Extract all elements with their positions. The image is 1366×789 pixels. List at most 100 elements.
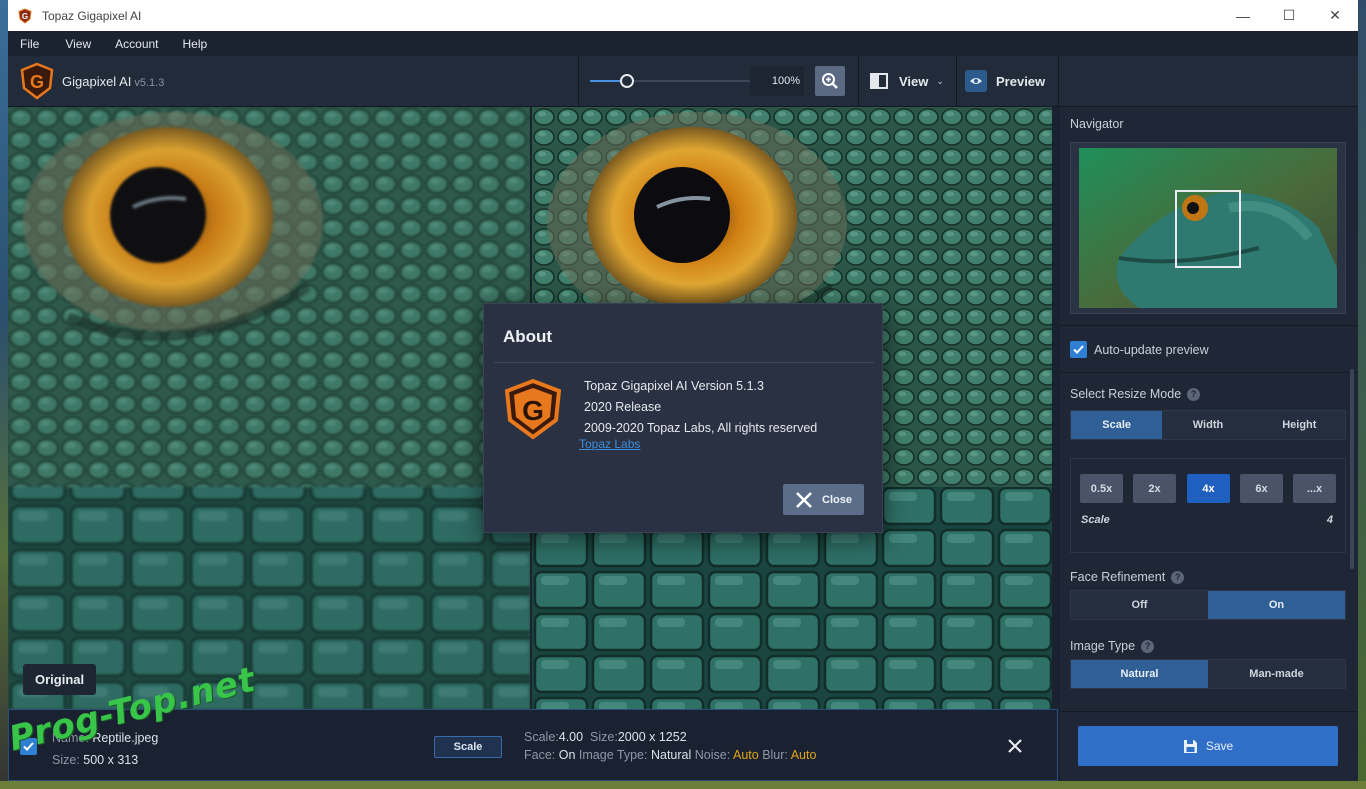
- image-type-segment: Natural Man-made: [1070, 659, 1346, 689]
- output-blur-label: Blur:: [762, 748, 788, 762]
- scale-options-box: 0.5x 2x 4x 6x ...x Scale 4: [1070, 458, 1346, 553]
- original-label: Original: [23, 664, 97, 695]
- output-scale-value: 4.00: [558, 730, 584, 744]
- chevron-down-icon: ⌄: [936, 75, 944, 86]
- window-titlebar: G Topaz Gigapixel AI — ☐ ✕: [8, 0, 1358, 31]
- eye-icon: [965, 70, 987, 92]
- resize-mode-width[interactable]: Width: [1162, 411, 1253, 439]
- brand-name: Gigapixel AI v5.1.3: [62, 74, 164, 89]
- scale-4x-button[interactable]: 4x: [1187, 474, 1230, 503]
- topaz-labs-link[interactable]: Topaz Labs: [579, 437, 640, 451]
- minimize-button[interactable]: —: [1220, 0, 1266, 31]
- menu-account[interactable]: Account: [115, 37, 158, 51]
- scale-value: 4: [1326, 514, 1333, 526]
- reptile-eye-image-original: [8, 107, 530, 709]
- help-icon[interactable]: ?: [1187, 388, 1201, 402]
- view-dropdown[interactable]: View ⌄: [868, 66, 950, 96]
- about-dialog-title: About: [503, 327, 553, 346]
- close-icon: [796, 491, 812, 508]
- view-label: View: [899, 73, 929, 89]
- navigator-viewport-rect[interactable]: [1175, 190, 1241, 268]
- scale-6x-button[interactable]: 6x: [1240, 474, 1283, 503]
- desktop-edge-right: [1358, 0, 1366, 789]
- about-copyright-line: 2009-2020 Topaz Labs, All rights reserve…: [584, 421, 818, 435]
- panel-scrollbar[interactable]: [1350, 369, 1354, 569]
- image-type-natural[interactable]: Natural: [1071, 660, 1208, 688]
- about-close-button[interactable]: Close: [783, 484, 864, 515]
- file-scale-button[interactable]: Scale: [434, 736, 502, 758]
- scale-0-5x-button[interactable]: 0.5x: [1080, 474, 1123, 503]
- output-size-value: 2000 x 1252: [617, 730, 687, 744]
- split-view-icon: [870, 73, 888, 89]
- output-image-type-value: Natural: [650, 748, 692, 762]
- menu-file[interactable]: File: [20, 37, 39, 51]
- menu-bar: File View Account Help: [8, 31, 1358, 56]
- zoom-level-field[interactable]: 100%: [750, 66, 804, 96]
- face-refinement-title-text: Face Refinement: [1070, 570, 1166, 584]
- preview-label: Preview: [996, 73, 1046, 89]
- gigapixel-logo-icon: G: [504, 378, 562, 440]
- panel-divider: [1060, 711, 1358, 712]
- toolbar-divider: [578, 56, 579, 107]
- menu-view[interactable]: View: [65, 37, 91, 51]
- gigapixel-logo-icon: G: [20, 62, 54, 100]
- output-noise-value: Auto: [732, 748, 759, 762]
- original-pane[interactable]: [8, 107, 530, 709]
- file-size-value: 500 x 313: [83, 753, 139, 767]
- face-on-option[interactable]: On: [1208, 591, 1345, 619]
- face-off-option[interactable]: Off: [1071, 591, 1208, 619]
- menu-help[interactable]: Help: [183, 37, 208, 51]
- scale-custom-button[interactable]: ...x: [1293, 474, 1336, 503]
- zoom-slider-handle[interactable]: [620, 74, 634, 88]
- checkmark-icon: [1073, 345, 1084, 354]
- auto-update-checkbox[interactable]: [1070, 341, 1087, 358]
- scale-2x-button[interactable]: 2x: [1133, 474, 1176, 503]
- help-icon[interactable]: ?: [1171, 571, 1185, 585]
- resize-mode-scale[interactable]: Scale: [1071, 411, 1163, 439]
- toolbar-divider: [858, 56, 859, 107]
- panel-divider: [1060, 325, 1358, 326]
- image-type-man-made[interactable]: Man-made: [1208, 660, 1345, 688]
- zoom-in-button[interactable]: [815, 66, 845, 96]
- maximize-button[interactable]: ☐: [1266, 0, 1312, 31]
- save-icon: [1183, 739, 1197, 753]
- brand-label: Gigapixel AI: [62, 74, 132, 89]
- svg-text:G: G: [522, 395, 544, 426]
- window-close-button[interactable]: ✕: [1312, 0, 1358, 31]
- navigator-thumbnail[interactable]: [1079, 148, 1337, 308]
- save-button[interactable]: Save: [1078, 726, 1338, 766]
- about-close-label: Close: [822, 493, 852, 506]
- about-version-line: Topaz Gigapixel AI Version 5.1.3: [584, 379, 764, 393]
- output-scale-size: Scale:4.00 Size:2000 x 1252: [524, 730, 687, 744]
- output-size-label: Size:: [590, 730, 618, 744]
- remove-file-icon[interactable]: [1006, 736, 1024, 756]
- image-type-title: Image Type?: [1070, 639, 1155, 654]
- file-size-label: Size:: [52, 753, 80, 767]
- preview-toggle[interactable]: Preview: [965, 66, 1065, 96]
- output-image-type-label: Image Type:: [578, 748, 648, 762]
- about-dialog-divider: [494, 362, 874, 363]
- brand-version: v5.1.3: [134, 77, 165, 89]
- output-scale-label: Scale:: [524, 730, 559, 744]
- svg-text:G: G: [30, 72, 44, 92]
- face-refinement-segment: Off On: [1070, 590, 1346, 620]
- output-face-label: Face:: [524, 748, 556, 762]
- desktop-edge-bottom: [0, 781, 1366, 789]
- navigator-title: Navigator: [1070, 117, 1124, 131]
- save-label: Save: [1205, 739, 1234, 753]
- face-refinement-title: Face Refinement?: [1070, 570, 1185, 585]
- resize-mode-height[interactable]: Height: [1254, 411, 1345, 439]
- settings-panel: Navigator Auto-update preview Select Res…: [1060, 107, 1358, 781]
- help-icon[interactable]: ?: [1141, 640, 1155, 654]
- file-size: Size: 500 x 313: [52, 753, 138, 767]
- output-noise-label: Noise:: [694, 748, 731, 762]
- svg-text:G: G: [22, 12, 28, 21]
- about-release-line: 2020 Release: [584, 400, 662, 414]
- output-settings: Face: On Image Type: Natural Noise: Auto…: [524, 748, 816, 762]
- resize-mode-segment: Scale Width Height: [1070, 410, 1346, 440]
- navigator-box[interactable]: [1070, 142, 1346, 314]
- app-logo-icon: G: [18, 7, 32, 24]
- resize-mode-title: Select Resize Mode?: [1070, 387, 1201, 402]
- window-title: Topaz Gigapixel AI: [42, 8, 142, 23]
- main-toolbar: G Gigapixel AI v5.1.3 100% View ⌄ Preview: [8, 56, 1358, 107]
